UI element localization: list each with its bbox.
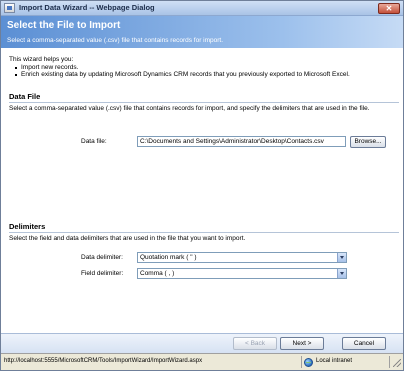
status-divider xyxy=(389,356,390,368)
wizard-content: This wizard helps you: Import new record… xyxy=(1,48,403,333)
cancel-button[interactable]: Cancel xyxy=(342,337,386,350)
page-title: Select the File to Import xyxy=(7,20,121,31)
back-button[interactable]: < Back xyxy=(233,337,277,350)
list-item: Enrich existing data by updating Microso… xyxy=(15,71,350,79)
data-file-label: Data file: xyxy=(81,138,107,145)
data-file-section-title: Data File xyxy=(9,92,41,101)
data-file-description: Select a comma-separated value (.csv) fi… xyxy=(9,105,370,112)
window-title: Import Data Wizard -- Webpage Dialog xyxy=(19,3,155,12)
next-button[interactable]: Next > xyxy=(280,337,324,350)
status-bar: http://localhost:5555/MicrosoftCRM/Tools… xyxy=(1,353,403,370)
status-url: http://localhost:5555/MicrosoftCRM/Tools… xyxy=(4,358,203,364)
close-button[interactable]: ✕ xyxy=(378,3,400,14)
dialog-window: Import Data Wizard -- Webpage Dialog ✕ S… xyxy=(0,0,404,371)
data-delimiter-select[interactable]: Quotation mark ( " ) xyxy=(137,252,347,263)
data-delimiter-label: Data delimiter: xyxy=(81,254,123,261)
chevron-down-icon[interactable] xyxy=(337,269,346,278)
page-subtitle: Select a comma-separated value (.csv) fi… xyxy=(7,37,224,44)
field-delimiter-select[interactable]: Comma ( , ) xyxy=(137,268,347,279)
delimiters-description: Select the field and data delimiters tha… xyxy=(9,235,246,242)
security-zone-label: Local intranet xyxy=(316,358,353,364)
wizard-footer: < Back Next > Cancel xyxy=(1,333,403,353)
resize-grip-icon[interactable] xyxy=(393,359,401,367)
data-file-input[interactable]: C:\Documents and Settings\Administrator\… xyxy=(137,136,346,147)
field-delimiter-value: Comma ( , ) xyxy=(140,270,175,277)
intro-lead: This wizard helps you: xyxy=(9,56,74,63)
browse-button[interactable]: Browse... xyxy=(350,136,386,148)
intro-block: This wizard helps you: Import new record… xyxy=(9,56,350,79)
wizard-header: Select the File to Import Select a comma… xyxy=(1,16,403,48)
status-divider xyxy=(301,356,302,368)
delimiters-section-title: Delimiters xyxy=(9,222,46,231)
chevron-down-icon[interactable] xyxy=(337,253,346,262)
section-divider xyxy=(9,232,399,233)
dialog-icon xyxy=(4,3,15,13)
section-divider xyxy=(9,102,399,103)
intro-list: Import new records. Enrich existing data… xyxy=(15,64,350,79)
title-bar[interactable]: Import Data Wizard -- Webpage Dialog ✕ xyxy=(1,1,403,16)
globe-icon xyxy=(304,358,313,367)
data-delimiter-value: Quotation mark ( " ) xyxy=(140,254,197,261)
list-item: Import new records. xyxy=(15,64,350,72)
field-delimiter-label: Field delimiter: xyxy=(81,270,124,277)
